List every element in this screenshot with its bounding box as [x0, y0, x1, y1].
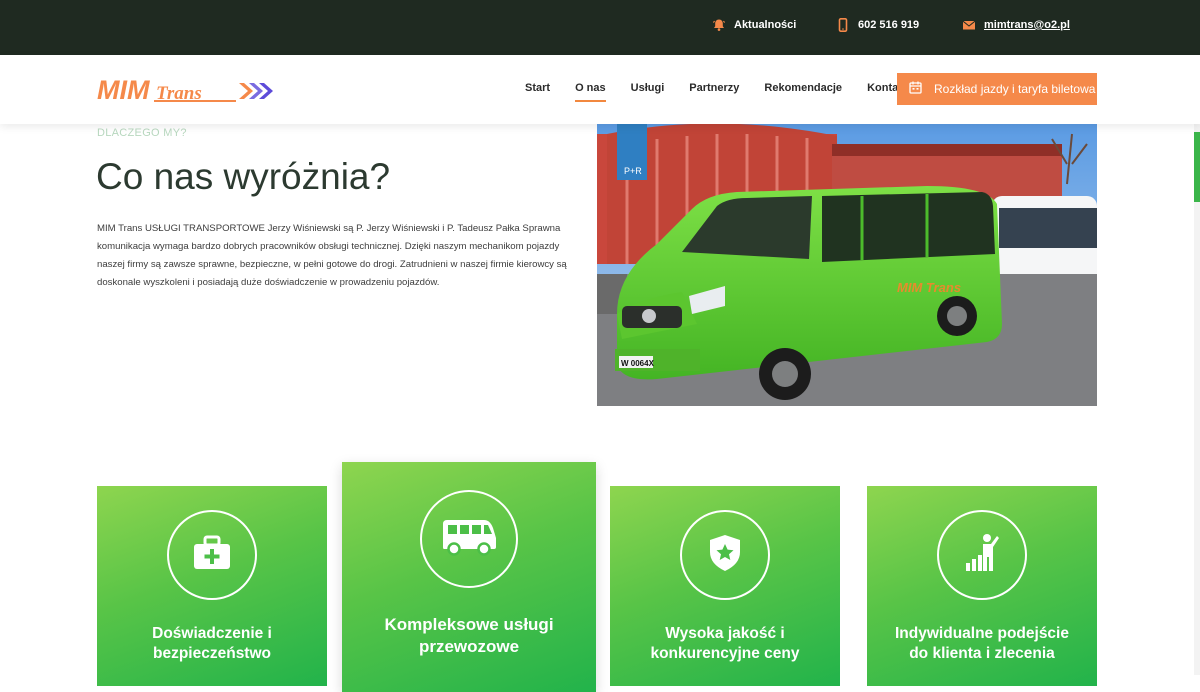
feature-label-line2: bezpieczeństwo — [153, 645, 271, 662]
news-link[interactable]: Aktualności — [712, 18, 796, 32]
license-plate: W 0064X — [621, 359, 655, 368]
phone-icon — [836, 18, 850, 32]
feature-card-transport: Kompleksowe usługi przewozowe — [342, 462, 596, 692]
feature-card-individual: Indywidualne podejście do klienta i zlec… — [867, 486, 1097, 686]
feature-icon-circle — [680, 510, 770, 600]
top-bar: Aktualności 602 516 919 mimtrans@o2.pl — [0, 0, 1200, 55]
news-label: Aktualności — [734, 19, 797, 31]
nav-uslugi[interactable]: Usługi — [631, 82, 665, 94]
feature-label-line2: konkurencyjne ceny — [650, 645, 800, 662]
logo[interactable]: MIM Trans — [96, 72, 276, 108]
timetable-button[interactable]: Rozkład jazdy i taryfa biletowa — [897, 73, 1097, 105]
section-eyebrow: DLACZEGO MY? — [97, 127, 187, 139]
feature-label-line1: Kompleksowe usługi — [384, 615, 554, 634]
calendar-icon — [909, 81, 922, 97]
nav-start[interactable]: Start — [525, 82, 550, 94]
feature-label-line1: Doświadczenie i — [152, 625, 272, 642]
email-address: mimtrans@o2.pl — [984, 19, 1070, 31]
scrollbar-track[interactable] — [1194, 124, 1200, 675]
section-paragraph: MIM Trans USŁUGI TRANSPORTOWE Jerzy Wiśn… — [97, 223, 567, 288]
feature-label-line1: Wysoka jakość i — [665, 625, 785, 642]
main-header: MIM Trans Start O nas Usługi Partnerzy R… — [0, 55, 1200, 124]
nav-o-nas[interactable]: O nas — [575, 82, 606, 102]
feature-label: Kompleksowe usługi przewozowe — [342, 614, 596, 658]
first-aid-kit-icon — [192, 535, 232, 576]
nav-rekomendacje[interactable]: Rekomendacje — [764, 82, 842, 94]
feature-label-line1: Indywidualne podejście — [895, 625, 1069, 642]
feature-card-quality: Wysoka jakość i konkurencyjne ceny — [610, 486, 840, 686]
feature-icon-circle — [420, 490, 518, 588]
feature-icon-circle — [167, 510, 257, 600]
van-icon — [440, 518, 498, 561]
email-link[interactable]: mimtrans@o2.pl — [962, 18, 1070, 32]
svg-text:MIM: MIM — [97, 75, 150, 105]
scrollbar-thumb[interactable] — [1194, 132, 1200, 202]
section-title: Co nas wyróżnia? — [96, 156, 391, 197]
feature-icon-circle — [937, 510, 1027, 600]
main-nav: Start O nas Usługi Partnerzy Rekomendacj… — [525, 82, 933, 102]
envelope-icon — [962, 18, 976, 32]
person-growth-icon — [965, 533, 999, 578]
svg-text:P+R: P+R — [624, 166, 642, 176]
phone-link[interactable]: 602 516 919 — [836, 18, 919, 32]
nav-partnerzy[interactable]: Partnerzy — [689, 82, 739, 94]
feature-label-line2: przewozowe — [418, 637, 520, 656]
star-shield-icon — [708, 534, 742, 577]
svg-text:MIM Trans: MIM Trans — [897, 280, 961, 295]
feature-card-experience: Doświadczenie i bezpieczeństwo — [97, 486, 327, 686]
bus-photo: P+R W 0064X MIM Trans — [597, 124, 1097, 406]
feature-label: Doświadczenie i bezpieczeństwo — [97, 624, 327, 664]
feature-label: Indywidualne podejście do klienta i zlec… — [867, 624, 1097, 664]
phone-number: 602 516 919 — [858, 19, 920, 31]
feature-label-line2: do klienta i zlecenia — [909, 645, 1055, 662]
bell-icon — [712, 18, 726, 32]
timetable-button-label: Rozkład jazdy i taryfa biletowa — [934, 82, 1096, 96]
feature-label: Wysoka jakość i konkurencyjne ceny — [610, 624, 840, 664]
